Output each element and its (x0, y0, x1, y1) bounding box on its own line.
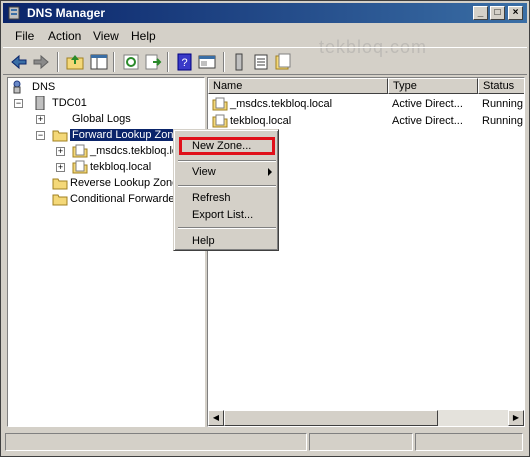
tree-label-dns: DNS (32, 81, 56, 93)
dns-app-icon (8, 6, 20, 20)
zone-name: _msdcs.tekbloq.local (230, 98, 333, 110)
dns-icon (13, 80, 21, 94)
zone-status: Running (482, 98, 523, 110)
toolbar-separator (167, 52, 169, 72)
status-panel (415, 433, 523, 451)
context-menu-view[interactable]: View (192, 166, 216, 178)
toolbar-separator (223, 52, 225, 72)
toolbar-separator (57, 52, 59, 72)
maximize-button[interactable]: □ (490, 6, 505, 20)
back-icon[interactable] (9, 52, 29, 72)
zone-icon (212, 97, 228, 111)
folder-icon (52, 194, 68, 206)
submenu-arrow-icon (268, 168, 272, 176)
expand-toggle[interactable]: + (56, 163, 65, 172)
up-folder-icon[interactable] (65, 52, 85, 72)
list-row[interactable]: tekbloq.local Active Direct... Running (208, 113, 524, 130)
toolbar-separator (113, 52, 115, 72)
column-header-status[interactable]: Status (478, 78, 524, 94)
zone-icon (72, 144, 88, 158)
export-list-icon[interactable] (143, 52, 163, 72)
menu-bar: File Action View Help (3, 25, 527, 45)
toolbar: ? (3, 47, 527, 75)
tree-label-forward-zones: Forward Lookup Zones (68, 128, 189, 142)
status-panel (5, 433, 307, 451)
menu-view[interactable]: View (93, 29, 119, 43)
expand-toggle[interactable]: + (56, 147, 65, 156)
context-menu-help[interactable]: Help (192, 235, 215, 247)
scroll-right-button[interactable]: ▶ (508, 410, 524, 426)
context-menu-refresh[interactable]: Refresh (192, 192, 231, 204)
svg-text:?: ? (181, 57, 187, 69)
status-panel (309, 433, 413, 451)
column-header-name[interactable]: Name (208, 78, 388, 94)
zone-name: tekbloq.local (230, 115, 292, 127)
tree-label-reverse-zones: Reverse Lookup Zones (70, 177, 184, 189)
window-title: DNS Manager (27, 6, 106, 20)
context-menu-new-zone[interactable]: New Zone... (192, 140, 251, 152)
tree-label-tekbloq-zone: tekbloq.local (90, 161, 152, 173)
column-header-type[interactable]: Type (388, 78, 478, 94)
server-icon[interactable] (229, 52, 249, 72)
menu-separator (178, 185, 276, 187)
menu-action[interactable]: Action (48, 29, 81, 43)
title-bar[interactable]: DNS Manager _ □ × (3, 3, 527, 23)
menu-separator (178, 227, 276, 229)
zone-status: Running (482, 115, 523, 127)
show-hide-tree-icon[interactable] (89, 52, 109, 72)
horizontal-scrollbar[interactable]: ◀ ▶ (208, 410, 524, 426)
context-menu-export-list[interactable]: Export List... (192, 209, 253, 221)
expand-toggle[interactable]: + (36, 115, 45, 124)
tree-label-server: TDC01 (52, 97, 87, 109)
zone-type: Active Direct... (392, 98, 463, 110)
list-row[interactable]: _msdcs.tekbloq.local Active Direct... Ru… (208, 96, 524, 113)
zone-type: Active Direct... (392, 115, 463, 127)
menu-file[interactable]: File (15, 29, 34, 43)
properties-icon[interactable] (197, 52, 217, 72)
folder-icon (52, 130, 68, 142)
menu-help[interactable]: Help (131, 29, 156, 43)
tree-label-global-logs: Global Logs (72, 113, 131, 125)
status-bar (5, 433, 525, 451)
context-menu: New Zone... View Refresh Export List... … (173, 129, 279, 251)
forward-icon[interactable] (31, 52, 51, 72)
zone-icon (212, 114, 228, 128)
scroll-thumb[interactable] (224, 410, 438, 426)
collapse-toggle[interactable]: − (36, 131, 45, 140)
tree-label-conditional-forwarders: Conditional Forwarders (70, 193, 184, 205)
refresh-icon[interactable] (121, 52, 141, 72)
list-icon[interactable] (251, 52, 271, 72)
menu-separator (178, 160, 276, 162)
minimize-button[interactable]: _ (473, 6, 488, 20)
scroll-left-button[interactable]: ◀ (208, 410, 224, 426)
collapse-toggle[interactable]: − (14, 99, 23, 108)
zone-icon (72, 160, 88, 174)
close-button[interactable]: × (508, 6, 523, 20)
folder-icon (52, 178, 68, 190)
server-icon (35, 96, 45, 110)
zone-icon[interactable] (273, 52, 293, 72)
dns-manager-window: DNS Manager _ □ × File Action View Help … (0, 0, 530, 457)
help-icon[interactable]: ? (175, 52, 195, 72)
